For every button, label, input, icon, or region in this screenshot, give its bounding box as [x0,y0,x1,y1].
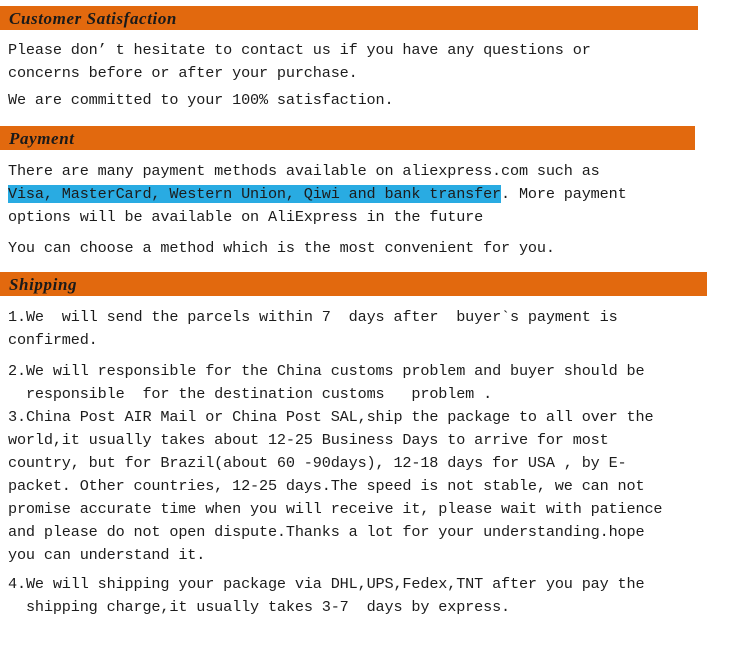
shipping-list-item-2-text: We will responsible for the China custom… [25,362,645,403]
product-description-page: Customer Satisfaction Please don’ t hesi… [0,0,750,651]
section-title-customer-satisfaction: Customer Satisfaction [9,8,177,28]
section-title-payment: Payment [9,128,75,148]
shipping-list-item-1: 1.We will send the parcels within 7 days… [0,306,750,352]
payment-paragraph-1: There are many payment methods available… [8,162,600,180]
customer-satisfaction-paragraph-1: Please don’ t hesitate to contact us if … [8,41,591,82]
shipping-list-item-4-text: We will shipping your package via DHL,UP… [25,575,645,616]
customer-satisfaction-paragraph-2: We are committed to your 100% satisfacti… [8,91,394,109]
shipping-list-item-1-text: We will send the parcels within 7 days a… [8,308,618,349]
payment-paragraph-2: Visa, MasterCard, Western Union, Qiwi an… [0,183,750,229]
section-header-payment: Payment [0,126,695,150]
payment-methods-highlight: Visa, MasterCard, Western Union, Qiwi an… [8,185,502,203]
shipping-list-item-4: 4.We will shipping your package via DHL,… [0,573,750,619]
shipping-list-item-3-text: China Post AIR Mail or China Post SAL,sh… [8,408,663,564]
section-title-shipping: Shipping [9,274,78,294]
shipping-list-item-3: 3.China Post AIR Mail or China Post SAL,… [0,406,750,567]
shipping-list-item-1-number: 1. [8,308,26,326]
shipping-list-item-4-number: 4. [8,575,26,593]
shipping-list-item-3-number: 3. [8,408,26,426]
section-header-customer-satisfaction: Customer Satisfaction [0,6,698,30]
section-header-shipping: Shipping [0,272,707,296]
shipping-list-item-2: 2.We will responsible for the China cust… [0,360,750,406]
shipping-list-item-2-number: 2. [8,362,26,380]
payment-paragraph-3: You can choose a method which is the mos… [8,239,555,257]
